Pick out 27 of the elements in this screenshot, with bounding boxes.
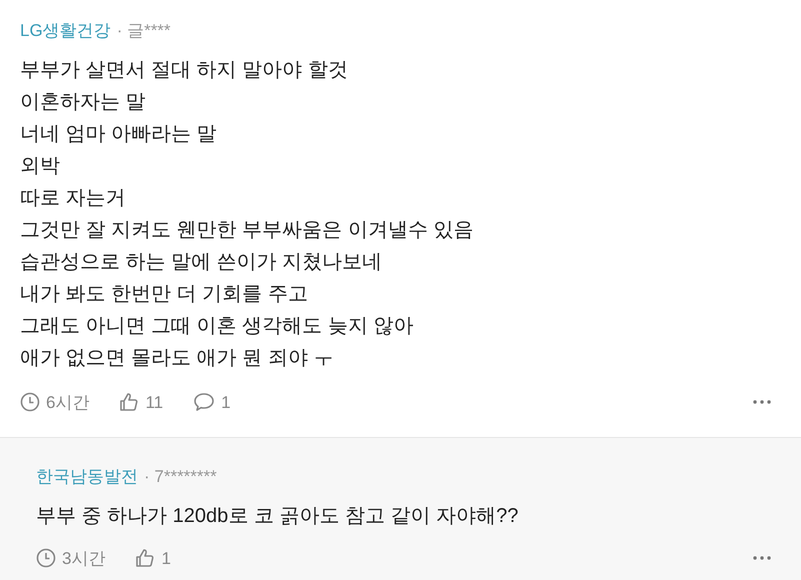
comment-text: 따로 자는거 (20, 186, 127, 210)
comment-text: 부부 중 하나가 120db로 코 곩아도 참고 같이 자야해?? (36, 504, 520, 528)
clock-icon (20, 392, 40, 412)
user-id: · 글**** (116, 20, 171, 42)
comment-text: 애가 없으면 몰라도 애가 뭔 죄야 ㅜ (20, 346, 334, 370)
author-name[interactable]: 한국남동발전 (36, 464, 138, 490)
comment-text: 그것만 잘 지켜도 웬만한 부부싸움은 이겨낼수 있음 (20, 218, 474, 242)
comment-text: 이혼하자는 말 (20, 90, 147, 114)
comment-text: 습관성으로 하는 말에 쓴이가 지쳤나보네 (20, 250, 384, 274)
comment-text: 내가 봐도 한번만 더 기회를 주고 (20, 282, 309, 306)
thumbs-up-icon[interactable] (135, 548, 156, 568)
time-text: 6시간 (46, 392, 90, 414)
more-icon[interactable] (753, 400, 771, 404)
comment-text: 부부가 살면서 절대 하지 말아야 할것 (20, 58, 349, 82)
like-count: 11 (145, 392, 164, 414)
user-id: · 7******** (144, 466, 217, 488)
like-count: 1 (161, 548, 171, 570)
speech-bubble-icon[interactable] (193, 392, 216, 412)
more-icon[interactable] (753, 556, 771, 560)
comment-text: 너네 엄마 아빠라는 말 (20, 122, 218, 146)
comment-text: 그래도 아니면 그때 이혼 생각해도 늦지 않아 (20, 314, 414, 338)
comment-text: 외박 (20, 154, 61, 178)
clock-icon (36, 548, 56, 568)
reply-count: 1 (221, 392, 231, 414)
thumbs-up-icon[interactable] (119, 392, 140, 412)
author-name[interactable]: LG생활건강 (20, 18, 111, 44)
time-text: 3시간 (62, 548, 106, 570)
